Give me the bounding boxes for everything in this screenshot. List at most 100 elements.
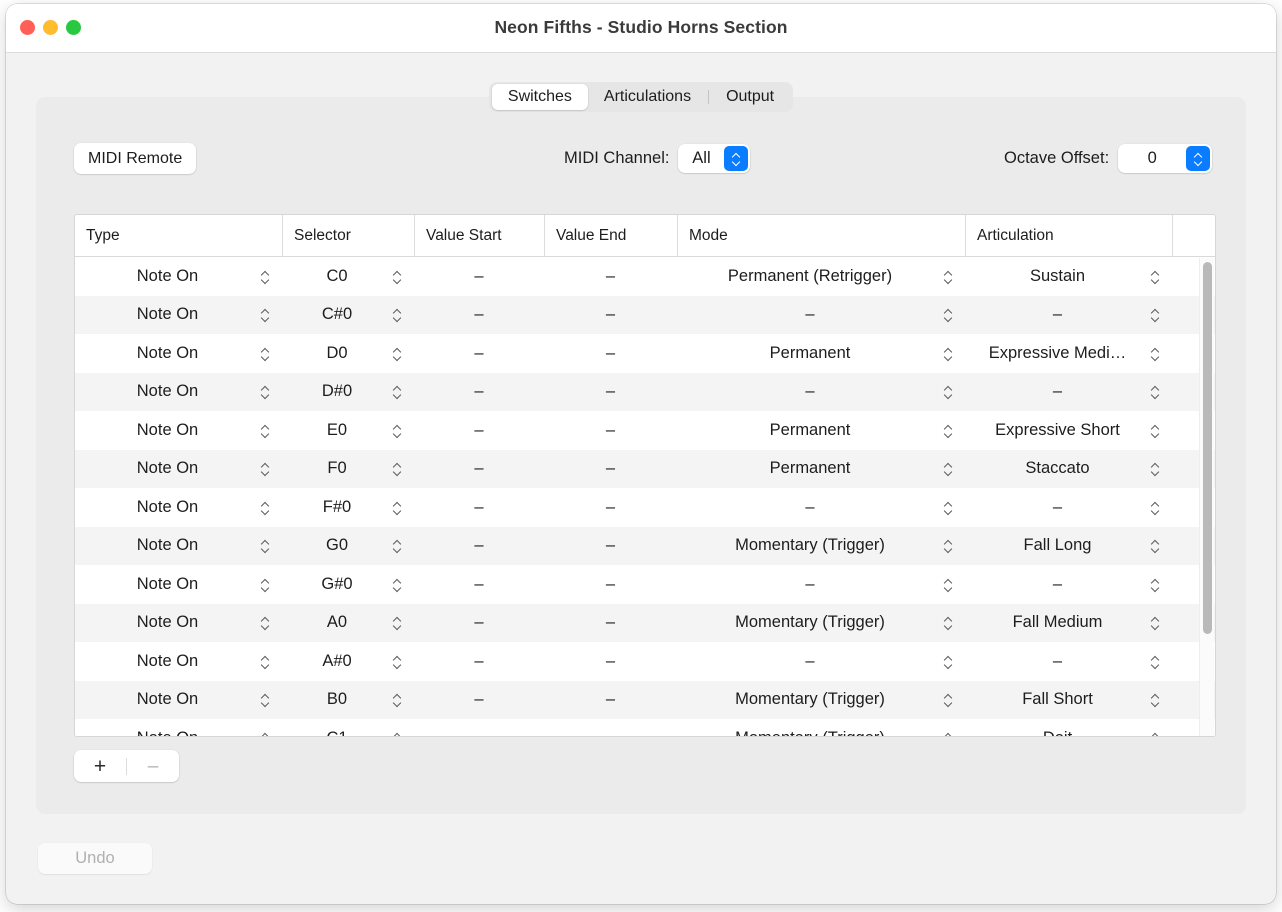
chevron-updown-icon[interactable] [1150,653,1163,670]
cell-type[interactable]: Note On [75,642,282,681]
chevron-updown-icon[interactable] [1150,576,1163,593]
cell-selector[interactable]: F#0 [282,488,414,527]
column-header-mode[interactable]: Mode [677,215,965,256]
cell-selector[interactable]: C1 [282,719,414,737]
cell-selector[interactable]: A0 [282,604,414,643]
cell-selector[interactable]: D0 [282,334,414,373]
cell-mode[interactable]: – [677,373,965,412]
cell-selector[interactable]: E0 [282,411,414,450]
table-row[interactable]: Note OnC0––Permanent (Retrigger)Sustain [75,257,1215,296]
chevron-updown-icon[interactable] [392,691,405,708]
remove-row-button[interactable]: – [127,757,179,776]
midi-channel-popup[interactable]: All [678,144,750,173]
cell-mode[interactable]: Momentary (Trigger) [677,604,965,643]
chevron-updown-icon[interactable] [943,268,956,285]
cell-type[interactable]: Note On [75,334,282,373]
cell-mode[interactable]: Momentary (Trigger) [677,527,965,566]
add-row-button[interactable]: + [74,756,126,777]
cell-type[interactable]: Note On [75,450,282,489]
cell-articulation[interactable]: Fall Medium [965,604,1172,643]
chevron-updown-icon[interactable] [392,422,405,439]
cell-mode[interactable]: Permanent [677,450,965,489]
cell-articulation[interactable]: Fall Long [965,527,1172,566]
cell-articulation[interactable]: Expressive Medi… [965,334,1172,373]
table-row[interactable]: Note OnG#0–––– [75,565,1215,604]
cell-selector[interactable]: D#0 [282,373,414,412]
chevron-updown-icon[interactable] [943,460,956,477]
chevron-updown-icon[interactable] [260,422,273,439]
chevron-updown-icon[interactable] [392,460,405,477]
chevron-updown-icon[interactable] [943,422,956,439]
cell-type[interactable]: Note On [75,373,282,412]
chevron-updown-icon[interactable] [392,614,405,631]
midi-channel-stepper-icon[interactable] [724,146,748,171]
cell-type[interactable]: Note On [75,604,282,643]
cell-articulation[interactable]: Staccato [965,450,1172,489]
cell-mode[interactable]: Momentary (Trigger) [677,681,965,720]
chevron-updown-icon[interactable] [943,576,956,593]
cell-articulation[interactable]: – [965,642,1172,681]
chevron-updown-icon[interactable] [1150,499,1163,516]
cell-type[interactable]: Note On [75,681,282,720]
chevron-updown-icon[interactable] [1150,345,1163,362]
table-row[interactable]: Note OnD#0–––– [75,373,1215,412]
cell-mode[interactable]: Permanent (Retrigger) [677,257,965,296]
chevron-updown-icon[interactable] [392,306,405,323]
chevron-updown-icon[interactable] [392,537,405,554]
chevron-updown-icon[interactable] [260,576,273,593]
column-header-value-end[interactable]: Value End [544,215,677,256]
chevron-updown-icon[interactable] [943,306,956,323]
chevron-updown-icon[interactable] [1150,306,1163,323]
tab-switches[interactable]: Switches [492,84,588,110]
cell-selector[interactable]: C#0 [282,296,414,335]
chevron-updown-icon[interactable] [260,614,273,631]
cell-mode[interactable]: – [677,488,965,527]
cell-selector[interactable]: A#0 [282,642,414,681]
cell-articulation[interactable]: – [965,296,1172,335]
chevron-updown-icon[interactable] [392,576,405,593]
table-row[interactable]: Note OnE0––PermanentExpressive Short [75,411,1215,450]
cell-selector[interactable]: C0 [282,257,414,296]
cell-articulation[interactable]: Doit [965,719,1172,737]
chevron-updown-icon[interactable] [943,383,956,400]
octave-offset-stepper-icon[interactable] [1186,146,1210,171]
chevron-updown-icon[interactable] [260,268,273,285]
cell-selector[interactable]: G0 [282,527,414,566]
cell-selector[interactable]: B0 [282,681,414,720]
table-row[interactable]: Note OnB0––Momentary (Trigger)Fall Short [75,681,1215,720]
cell-selector[interactable]: F0 [282,450,414,489]
chevron-updown-icon[interactable] [260,730,273,737]
table-vertical-scrollbar[interactable] [1199,258,1214,737]
cell-mode[interactable]: Permanent [677,411,965,450]
chevron-updown-icon[interactable] [392,653,405,670]
chevron-updown-icon[interactable] [392,730,405,737]
chevron-updown-icon[interactable] [392,383,405,400]
cell-mode[interactable]: – [677,565,965,604]
chevron-updown-icon[interactable] [260,306,273,323]
undo-button[interactable]: Undo [38,843,152,874]
octave-offset-popup[interactable]: 0 [1118,144,1212,173]
cell-mode[interactable]: Permanent [677,334,965,373]
chevron-updown-icon[interactable] [1150,268,1163,285]
chevron-updown-icon[interactable] [943,653,956,670]
chevron-updown-icon[interactable] [1150,537,1163,554]
table-row[interactable]: Note OnC1––Momentary (Trigger)Doit [75,719,1215,737]
chevron-updown-icon[interactable] [260,653,273,670]
cell-mode[interactable]: Momentary (Trigger) [677,719,965,737]
midi-remote-button[interactable]: MIDI Remote [74,143,196,174]
chevron-updown-icon[interactable] [943,614,956,631]
chevron-updown-icon[interactable] [260,460,273,477]
table-row[interactable]: Note OnG0––Momentary (Trigger)Fall Long [75,527,1215,566]
cell-type[interactable]: Note On [75,565,282,604]
tab-output[interactable]: Output [710,84,790,110]
chevron-updown-icon[interactable] [943,537,956,554]
cell-articulation[interactable]: – [965,565,1172,604]
cell-type[interactable]: Note On [75,296,282,335]
chevron-updown-icon[interactable] [1150,614,1163,631]
chevron-updown-icon[interactable] [260,537,273,554]
chevron-updown-icon[interactable] [260,499,273,516]
chevron-updown-icon[interactable] [260,345,273,362]
cell-articulation[interactable]: Fall Short [965,681,1172,720]
column-header-selector[interactable]: Selector [282,215,414,256]
chevron-updown-icon[interactable] [943,345,956,362]
